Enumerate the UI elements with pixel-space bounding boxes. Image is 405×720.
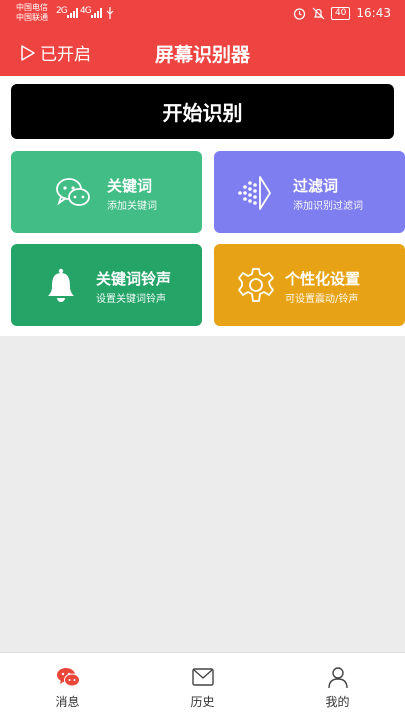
carrier-info: 中国电信 中国联通 <box>16 3 48 23</box>
carrier-1: 中国电信 <box>16 3 48 12</box>
keyword-ringtone-card[interactable]: 关键词铃声 设置关键词铃声 <box>11 244 202 326</box>
top-header: 中国电信 中国联通 2G 4G 40 16:43 已开启 屏幕识别器 <box>0 0 405 76</box>
tab-history[interactable]: 历史 <box>135 653 270 720</box>
page-title: 屏幕识别器 <box>154 44 250 66</box>
start-recognition-button[interactable]: 开始识别 <box>11 84 394 139</box>
carrier-2: 中国联通 <box>16 13 48 22</box>
filter-words-card-title: 过滤词 <box>293 177 339 195</box>
tab-mine-label: 我的 <box>325 695 350 709</box>
tab-messages-label: 消息 <box>55 695 80 709</box>
personalization-card-title: 个性化设置 <box>285 270 361 288</box>
status-bar: 中国电信 中国联通 2G 4G 40 16:43 <box>0 0 405 28</box>
status-time: 16:43 <box>356 6 391 20</box>
usb-icon <box>106 7 114 19</box>
filter-words-card-subtitle: 添加识别过滤词 <box>293 201 363 212</box>
bell-icon <box>48 268 74 302</box>
mute-icon <box>312 7 325 19</box>
keywords-card-title: 关键词 <box>107 177 153 195</box>
network-2-label: 4G <box>80 6 92 16</box>
envelope-icon <box>192 668 214 686</box>
app-bar: 已开启 屏幕识别器 <box>0 28 405 76</box>
filter-words-card[interactable]: 过滤词 添加识别过滤词 <box>214 151 405 233</box>
battery-level: 40 <box>330 6 351 20</box>
keywords-card-subtitle: 添加关键词 <box>107 201 157 212</box>
keywords-card[interactable]: 关键词 添加关键词 <box>11 151 202 233</box>
keyword-ringtone-card-title: 关键词铃声 <box>96 270 172 288</box>
tab-history-label: 历史 <box>190 695 215 709</box>
person-icon <box>328 667 348 689</box>
chat-bubbles-icon <box>56 178 90 206</box>
bottom-tab-bar: 消息 历史 我的 <box>0 652 405 720</box>
personalization-card[interactable]: 个性化设置 可设置震动/铃声 <box>214 244 405 326</box>
network-1-label: 2G <box>56 6 68 16</box>
alarm-icon <box>293 7 306 20</box>
filter-dots-icon <box>238 176 271 210</box>
tab-mine[interactable]: 我的 <box>270 653 405 720</box>
signal-1-icon <box>67 8 78 18</box>
gear-icon <box>238 268 274 302</box>
status-right: 40 16:43 <box>293 6 391 20</box>
keyword-ringtone-card-subtitle: 设置关键词铃声 <box>96 294 166 305</box>
wechat-icon <box>57 668 80 687</box>
personalization-card-subtitle: 可设置震动/铃声 <box>285 294 359 305</box>
signal-2-icon <box>91 8 102 18</box>
tab-messages[interactable]: 消息 <box>0 653 135 720</box>
